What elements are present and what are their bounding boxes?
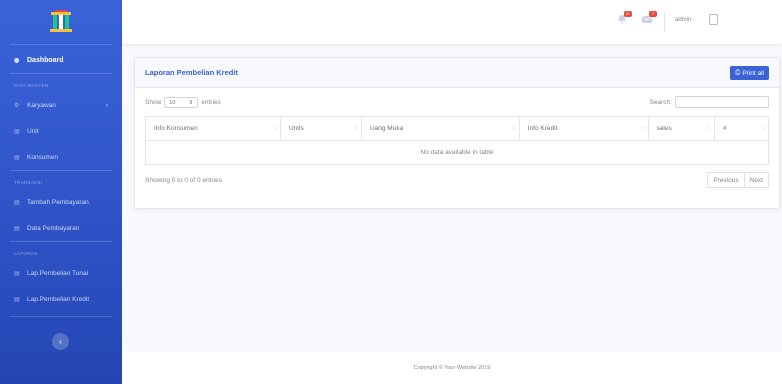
sidebar-brand[interactable] — [0, 0, 122, 44]
entries-select[interactable]: 10 ⇕ — [164, 97, 199, 108]
show-label: Show — [145, 99, 162, 106]
card-body: Show 10 ⇕ entries Search: Info Konsumen ↑… — [135, 88, 779, 195]
sidebar-divider — [10, 170, 112, 171]
select-arrows-icon: ⇕ — [188, 99, 194, 106]
sidebar-item-lap-kredit[interactable]: ▤ Lap.Pembelian Kredit — [0, 286, 122, 312]
user-menu[interactable]: admin — [675, 17, 691, 23]
sidebar-heading-laporan: LAPORAN — [14, 250, 38, 256]
table-icon: ▤ — [14, 154, 20, 161]
chevron-right-icon: › — [105, 101, 108, 109]
table-icon: ▤ — [14, 199, 20, 206]
column-header-actions[interactable]: # ↑↓ — [713, 116, 770, 141]
search-input[interactable] — [675, 96, 769, 108]
topbar-divider — [664, 12, 665, 32]
previous-button[interactable]: Previous — [708, 173, 743, 187]
pagination: Previous Next — [707, 172, 769, 188]
sort-icon: ↑↓ — [640, 125, 645, 131]
sidebar-heading-master: DATA MASTER — [14, 82, 49, 88]
sidebar-item-dashboard[interactable]: ◍ Dashboard — [0, 47, 122, 73]
report-card: Laporan Pembelian Kredit ⎙ Print all Sho… — [134, 57, 780, 209]
entries-value: 10 — [169, 99, 176, 106]
table-header-row: Info Konsumen ↑↓ Units ↑↓ Uang Muka ↑↓ Info… — [145, 116, 770, 141]
dashboard-icon: ◍ — [14, 57, 20, 64]
alerts-badge: 3+ — [624, 11, 632, 17]
sidebar-divider — [10, 73, 112, 74]
table-icon: ▤ — [14, 128, 20, 135]
sort-icon: ↑↓ — [353, 125, 358, 131]
next-button[interactable]: Next — [743, 173, 768, 187]
sidebar-item-label: Lap.Pembelian Kredit — [27, 295, 90, 303]
sort-icon: ↑↓ — [511, 125, 516, 131]
avatar[interactable] — [709, 14, 718, 25]
sort-icon: ↑↓ — [706, 125, 711, 131]
entries-label: entries — [201, 99, 221, 106]
table-info: Showing 0 to 0 of 0 entries — [145, 177, 222, 184]
sidebar-item-label: Data Pembayaran — [27, 224, 80, 232]
sidebar-item-unit[interactable]: ▤ Unit — [0, 118, 122, 144]
sidebar-item-label: Konsumen — [27, 153, 59, 161]
user-name: admin — [675, 17, 692, 23]
column-header-info-konsumen[interactable]: Info Konsumen ↑↓ — [145, 116, 281, 141]
column-header-info-kredit[interactable]: Info Kredit ↑↓ — [518, 116, 649, 141]
messages-badge: 7 — [649, 11, 657, 17]
table-controls: Show 10 ⇕ entries Search: — [145, 88, 769, 116]
data-table: Info Konsumen ↑↓ Units ↑↓ Uang Muka ↑↓ Info… — [145, 116, 770, 165]
sidebar-item-label: Tambah Pembayaran — [27, 198, 89, 206]
copyright-text: Copyright © Your Website 2019 — [413, 365, 491, 371]
sort-icon: ↑↓ — [761, 125, 765, 131]
sidebar-divider — [10, 44, 112, 45]
sidebar-item-label: Unit — [27, 127, 39, 135]
sidebar-item-data-pembayaran[interactable]: ▤ Data Pembayaran — [0, 215, 122, 241]
table-icon: ▤ — [14, 225, 20, 232]
print-label: Print all — [742, 69, 764, 77]
sidebar-item-lap-tunai[interactable]: ▤ Lap.Pembelian Tunai — [0, 260, 122, 286]
search-label: Search: — [649, 98, 672, 106]
column-header-uang-muka[interactable]: Uang Muka ↑↓ — [360, 116, 520, 141]
table-footer: Showing 0 to 0 of 0 entries Previous Nex… — [145, 165, 769, 195]
sidebar-item-konsumen[interactable]: ▤ Konsumen — [0, 144, 122, 170]
brand-logo-icon — [50, 10, 72, 32]
sidebar-heading-transaksi: TRANSAKSI — [14, 179, 43, 185]
card-header: Laporan Pembelian Kredit ⎙ Print all — [135, 58, 779, 88]
entries-length: Show 10 ⇕ entries — [145, 97, 221, 108]
page-footer: Copyright © Your Website 2019 — [122, 352, 782, 384]
sidebar-item-label: Karyawan — [27, 101, 56, 109]
topbar: 3+ 7 admin — [122, 0, 782, 44]
sidebar-toggle-button[interactable]: ‹ — [52, 333, 69, 350]
column-header-units[interactable]: Units ↑↓ — [279, 116, 362, 141]
table-icon: ▤ — [14, 296, 20, 303]
messages-button[interactable]: 7 — [641, 11, 657, 24]
alerts-button[interactable]: 3+ — [616, 11, 632, 24]
sort-icon: ↑↓ — [272, 125, 277, 131]
print-all-button[interactable]: ⎙ Print all — [730, 66, 769, 80]
sidebar-divider — [10, 241, 112, 242]
sidebar-item-label: Dashboard — [27, 56, 64, 64]
empty-table-message: No data available in table — [145, 140, 769, 165]
table-row: No data available in table — [145, 140, 769, 165]
sidebar-item-tambah-pembayaran[interactable]: ▤ Tambah Pembayaran — [0, 189, 122, 215]
chevron-left-icon: ‹ — [59, 337, 62, 346]
sidebar-item-label: Lap.Pembelian Tunai — [27, 269, 89, 277]
sidebar-item-karyawan[interactable]: ⚙ Karyawan › — [0, 92, 122, 118]
sidebar-divider — [10, 316, 112, 317]
table-search: Search: — [650, 96, 769, 108]
print-icon: ⎙ — [735, 69, 741, 76]
table-icon: ▤ — [14, 270, 20, 277]
page-title: Laporan Pembelian Kredit — [145, 68, 238, 77]
sidebar: ◍ Dashboard DATA MASTER ⚙ Karyawan › ▤ U… — [0, 0, 122, 384]
column-header-sales[interactable]: sales ↑↓ — [647, 116, 715, 141]
gear-icon: ⚙ — [14, 102, 20, 109]
